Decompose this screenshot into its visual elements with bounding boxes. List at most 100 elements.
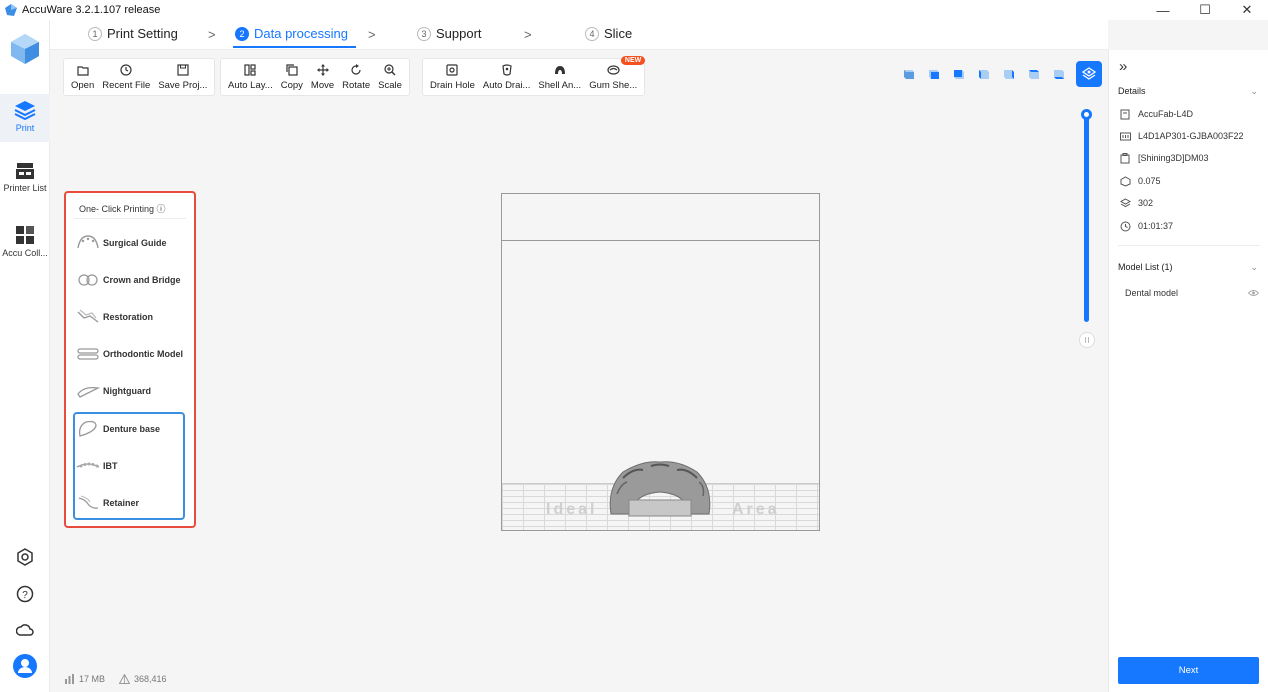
rail-item-printer-list[interactable]: Printer List — [0, 162, 50, 202]
view-back-icon — [954, 70, 964, 79]
one-click-label: Orthodontic Model — [103, 349, 183, 359]
toolbar-label: Rotate — [342, 80, 371, 91]
view-top-icon — [1029, 70, 1039, 79]
toolbar-label: Save Proj... — [158, 80, 208, 91]
view-iso-button[interactable] — [897, 61, 921, 87]
one-click-item-denture-base[interactable]: Denture base — [75, 416, 190, 442]
model-list-title: Model List (1) — [1118, 262, 1173, 272]
nightguard-icon — [77, 386, 100, 398]
serial-icon — [1119, 132, 1131, 140]
view-top-button[interactable] — [1022, 61, 1046, 87]
layer-slider-bottom-handle[interactable] — [1079, 332, 1095, 348]
view-front-icon — [929, 70, 939, 79]
step-number: 3 — [417, 26, 431, 41]
printer-model-icon — [1120, 109, 1130, 119]
retainer-icon — [78, 495, 99, 509]
maximize-button[interactable]: ☐ — [1184, 0, 1226, 20]
next-button[interactable]: Next — [1118, 657, 1259, 684]
one-click-item-nightguard[interactable]: Nightguard — [75, 378, 190, 404]
triangle-count-value: 368,416 — [134, 674, 167, 684]
view-right-button[interactable] — [997, 61, 1021, 87]
scale-icon — [384, 64, 396, 76]
ideal-area-watermark: Area — [732, 501, 780, 518]
cloud-button[interactable] — [13, 618, 37, 642]
move-button[interactable]: Move — [307, 59, 338, 95]
settings-button[interactable] — [13, 545, 37, 569]
toolbar-label: Open — [71, 80, 95, 91]
one-click-title: One- Click Printing ⓘ — [79, 204, 166, 214]
one-click-item-ibt[interactable]: IBT — [75, 453, 190, 479]
step-number: 2 — [235, 26, 249, 41]
view-model-button[interactable] — [1076, 61, 1102, 87]
toolbar-label: Drain Hole — [430, 80, 475, 91]
eye-icon[interactable] — [1248, 289, 1259, 297]
toolbar-label: Gum She... — [589, 80, 638, 91]
toolbar-label: Recent File — [102, 80, 151, 91]
ibt-icon — [76, 462, 100, 468]
toolbar-label: Auto Drai... — [482, 80, 531, 91]
auto-layout-button[interactable]: Auto Lay... — [224, 59, 277, 95]
view-back-button[interactable] — [947, 61, 971, 87]
orthodontic-model-icon — [77, 348, 99, 360]
tab-support[interactable]: 3 Support — [417, 26, 482, 41]
view-right-icon — [1004, 70, 1014, 79]
new-badge: NEW — [620, 56, 646, 65]
drain-hole-button[interactable]: Drain Hole — [426, 59, 479, 95]
step-separator: > — [368, 27, 376, 42]
cloud-icon — [16, 624, 34, 636]
save-project-button[interactable]: Save Proj... — [154, 59, 211, 95]
build-volume[interactable]: Ideal Area — [501, 193, 820, 531]
one-click-item-crown-bridge[interactable]: Crown and Bridge — [75, 267, 190, 293]
rotate-icon — [351, 64, 361, 75]
settings-icon — [17, 548, 33, 566]
layer-thickness-icon — [1120, 175, 1130, 187]
one-click-label: Retainer — [103, 498, 140, 508]
open-button[interactable]: Open — [67, 59, 98, 95]
tab-data-processing[interactable]: 2 Data processing — [235, 26, 348, 41]
one-click-item-surgical-guide[interactable]: Surgical Guide — [75, 230, 190, 256]
restoration-icon — [77, 309, 99, 323]
one-click-item-retainer[interactable]: Retainer — [75, 490, 190, 516]
tab-slice[interactable]: 4 Slice — [585, 26, 632, 41]
help-button[interactable]: ? — [13, 582, 37, 606]
toolbar-file-group: Open Recent File Save Proj... — [63, 58, 216, 96]
gum-shell-button[interactable]: Gum She... NEW — [585, 56, 646, 95]
view-bottom-button[interactable] — [1047, 61, 1071, 87]
view-iso-icon — [904, 70, 914, 79]
close-button[interactable]: ✕ — [1226, 0, 1268, 20]
shell-analysis-button[interactable]: Shell An... — [534, 59, 585, 95]
swap-arrows-icon — [1085, 337, 1089, 343]
rail-item-print[interactable]: Print — [0, 94, 50, 142]
collapse-panel-button[interactable]: » — [1119, 58, 1127, 75]
step-label: Slice — [604, 26, 633, 41]
copy-button[interactable]: Copy — [277, 59, 307, 95]
scale-button[interactable]: Scale — [374, 59, 406, 95]
auto-drain-button[interactable]: Auto Drai... — [479, 59, 535, 95]
move-icon — [316, 64, 329, 76]
window-title: AccuWare 3.2.1.107 release — [22, 4, 161, 16]
one-click-label: IBT — [103, 461, 118, 471]
minimize-button[interactable]: — — [1142, 0, 1184, 20]
user-avatar-icon — [13, 654, 37, 678]
one-click-item-orthodontic-model[interactable]: Orthodontic Model — [75, 341, 190, 367]
layer-slider-track[interactable] — [1084, 116, 1089, 322]
model-list-item[interactable]: Dental model — [1125, 288, 1259, 298]
toolbar-label: Scale — [378, 80, 402, 91]
rail-item-accu-collection[interactable]: Accu Coll... — [0, 225, 50, 265]
tab-print-setting[interactable]: 1 Print Setting — [88, 26, 178, 41]
rotate-button[interactable]: Rotate — [338, 59, 374, 95]
one-click-item-restoration[interactable]: Restoration — [75, 304, 190, 330]
detail-value: L4D1AP301-GJBA003F22 — [1138, 131, 1244, 141]
dental-model-3d[interactable] — [603, 458, 717, 520]
user-avatar-button[interactable] — [13, 654, 37, 678]
step-label: Print Setting — [107, 26, 178, 41]
chevron-down-icon[interactable]: ⌄ — [1250, 86, 1258, 97]
view-left-icon — [979, 70, 989, 79]
layer-slider-handle[interactable] — [1081, 109, 1092, 120]
view-front-button[interactable] — [922, 61, 946, 87]
print-layers-icon — [14, 101, 36, 120]
triangle-count: 368,416 — [119, 674, 167, 684]
recent-file-button[interactable]: Recent File — [98, 59, 154, 95]
view-left-button[interactable] — [972, 61, 996, 87]
chevron-down-icon[interactable]: ⌄ — [1250, 262, 1258, 273]
